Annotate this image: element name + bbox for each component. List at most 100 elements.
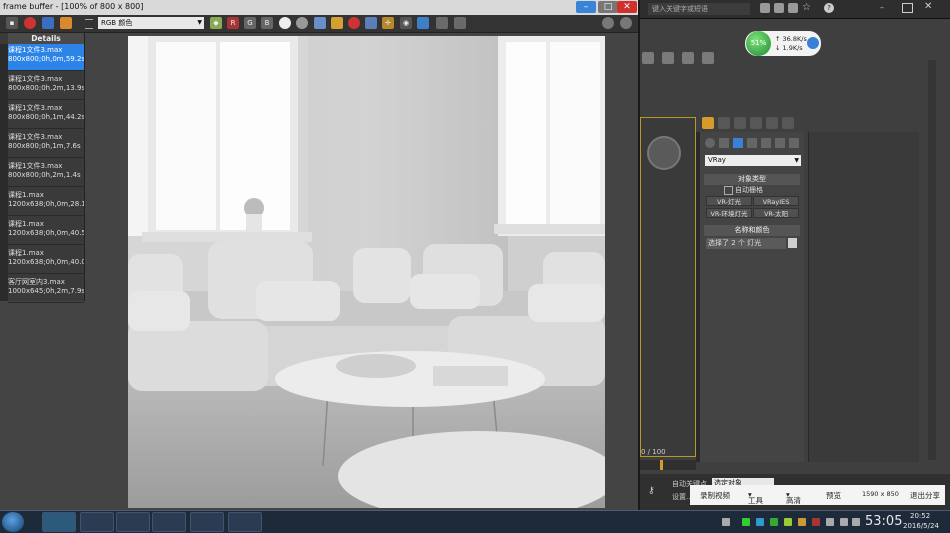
history-item[interactable]: 课程1.max 1200x638;0h,0m,28.1s (8, 189, 84, 216)
auto-grid-checkbox[interactable] (724, 186, 733, 195)
history-item[interactable]: 课程1.max 1200x638;0h,0m,40.5s (8, 218, 84, 245)
history-item[interactable]: 课程1文件3.max 800x800;0h,2m,1.4s (8, 160, 84, 187)
frame-buffer-titlebar[interactable]: frame buffer - [100% of 800 x 800] – □ ✕ (0, 0, 638, 15)
vr-ambient-light-button[interactable]: VR-环境灯光 (706, 208, 752, 218)
monitor-app-icon[interactable] (116, 512, 150, 532)
max-app-icon[interactable] (42, 512, 76, 532)
open-folder-icon[interactable] (331, 17, 343, 29)
info-icon[interactable] (620, 17, 632, 29)
security-tray-icon[interactable] (770, 518, 778, 526)
quality-menu[interactable]: 高清 ▾ (786, 490, 801, 505)
chat-tray-icon[interactable] (798, 518, 806, 526)
copy-icon[interactable] (42, 17, 54, 29)
green-channel-button[interactable]: G (244, 17, 256, 29)
history-item[interactable]: 客厅网室内3.max 1000x645;0h,2m,7.9s (8, 276, 84, 303)
start-button[interactable] (2, 512, 24, 532)
shield-tray-icon[interactable] (756, 518, 764, 526)
snap-icon[interactable] (642, 52, 654, 64)
name-color-rollout[interactable]: 名称和颜色 (704, 225, 800, 236)
minimize-icon[interactable]: – (880, 3, 891, 13)
viewport[interactable] (640, 117, 696, 457)
vray-app-icon[interactable] (190, 512, 224, 532)
track-bar[interactable] (640, 460, 696, 470)
render-setup-icon[interactable] (702, 52, 714, 64)
preview-button[interactable]: 预览 (826, 490, 841, 501)
accelerate-icon[interactable] (807, 37, 819, 49)
modify-tab-icon[interactable] (718, 117, 730, 129)
alpha-icon[interactable] (279, 17, 291, 29)
volume-tray-icon[interactable] (840, 518, 848, 526)
shapes-icon[interactable] (719, 138, 729, 148)
spacewarps-icon[interactable] (775, 138, 785, 148)
create-tab-icon[interactable] (702, 117, 714, 129)
systems-icon[interactable] (789, 138, 799, 148)
help-icon[interactable]: ? (824, 3, 834, 13)
history-item[interactable]: 课程1文件3.max 800x800;0h,2m,13.9s (8, 73, 84, 100)
color-icon[interactable]: ◆ (210, 17, 222, 29)
star-icon[interactable]: ☆ (802, 2, 811, 13)
object-type-rollout[interactable]: 对象类型 (704, 174, 800, 185)
vray-ies-button[interactable]: VRayIES (753, 196, 799, 206)
vr-light-button[interactable]: VR-灯光 (706, 196, 752, 206)
vr-sun-button[interactable]: VR-太阳 (753, 208, 799, 218)
cameras-icon[interactable] (747, 138, 757, 148)
scrollbar[interactable] (928, 60, 936, 460)
stop-icon[interactable] (348, 17, 360, 29)
channel-select[interactable]: RGB 颜色 ▼ (98, 17, 204, 29)
record-tray-icon[interactable] (812, 518, 820, 526)
lights-icon[interactable] (733, 138, 743, 148)
motion-tab-icon[interactable] (750, 117, 762, 129)
wrench-icon[interactable] (774, 3, 784, 13)
display-icon[interactable] (417, 17, 429, 29)
record-video-button[interactable]: 录制视频 (700, 490, 730, 501)
tools-menu[interactable]: 工具 ▾ (748, 490, 763, 505)
save-icon[interactable] (314, 17, 326, 29)
viewcube-icon[interactable] (647, 136, 681, 170)
mono-icon[interactable] (296, 17, 308, 29)
time-slider-counter[interactable]: 0 / 100 (641, 448, 666, 456)
hierarchy-tab-icon[interactable] (734, 117, 746, 129)
utilities-tab-icon[interactable] (782, 117, 794, 129)
minimize-button[interactable]: – (576, 1, 596, 13)
save-image-icon[interactable]: ▪ (6, 17, 18, 29)
history-item[interactable]: 课程1文件3.max 800x800;0h,1m,44.2s (8, 102, 84, 129)
eye-icon[interactable]: ◉ (400, 17, 412, 29)
object-color-swatch[interactable] (788, 238, 797, 248)
search-input[interactable]: 键入关键字或短语 (648, 3, 750, 15)
render-image[interactable] (128, 36, 605, 508)
history-item[interactable]: 课程1.max 1200x638;0h,0m,40.0s (8, 247, 84, 274)
keyboard-tray-icon[interactable] (722, 518, 730, 526)
light-category-select[interactable]: VRay ▼ (705, 155, 801, 166)
geometry-icon[interactable] (705, 138, 715, 148)
clear-icon[interactable] (60, 17, 72, 29)
network-speed-widget[interactable]: 51% ↑ 36.8K/s ↓ 1.9K/s (745, 31, 821, 56)
helpers-icon[interactable] (761, 138, 771, 148)
history-item[interactable]: 课程1文件3.max 800x800;0h,0m,59.2s (8, 44, 84, 71)
region-icon[interactable] (365, 17, 377, 29)
track-icon[interactable]: ✛ (382, 17, 394, 29)
restore-icon[interactable] (902, 3, 913, 13)
media-app-icon[interactable] (152, 512, 186, 532)
settings-icon[interactable] (602, 17, 614, 29)
display-tray-icon[interactable] (826, 518, 834, 526)
close-icon[interactable]: ✕ (924, 1, 932, 12)
user-icon[interactable] (788, 3, 798, 13)
network-tray-icon[interactable] (742, 518, 750, 526)
list-icon[interactable] (85, 19, 93, 29)
app-tray-icon[interactable] (784, 518, 792, 526)
correction-icon[interactable] (454, 17, 466, 29)
browser-app-icon[interactable] (228, 512, 262, 532)
key-icon[interactable]: ⚷ (648, 486, 655, 496)
exit-share-button[interactable]: 退出分享 (910, 490, 940, 501)
power-tray-icon[interactable] (852, 518, 860, 526)
render-icon[interactable] (24, 17, 36, 29)
maximize-button[interactable]: □ (598, 1, 618, 13)
object-name-field[interactable]: 选择了 2 个 灯光 (706, 238, 786, 249)
right-viewport[interactable] (808, 132, 919, 462)
camera-icon[interactable] (682, 52, 694, 64)
red-channel-button[interactable]: R (227, 17, 239, 29)
blue-channel-button[interactable]: B (261, 17, 273, 29)
display-tab-icon[interactable] (766, 117, 778, 129)
binoculars-icon[interactable] (760, 3, 770, 13)
clock-time[interactable]: 20:52 (910, 512, 930, 520)
